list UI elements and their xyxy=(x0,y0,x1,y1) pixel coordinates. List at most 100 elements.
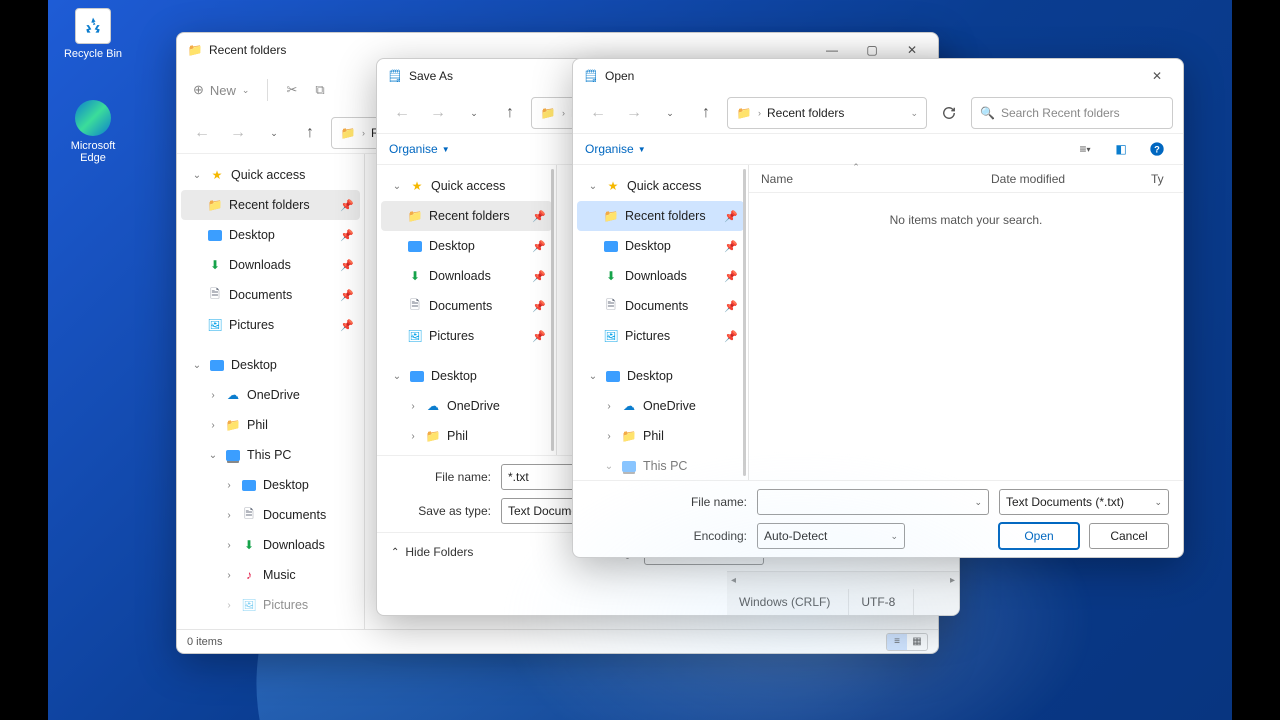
pictures-icon: 🖼 xyxy=(207,317,223,333)
refresh-button[interactable] xyxy=(933,97,965,129)
col-type[interactable]: Ty xyxy=(1151,172,1171,186)
nav-desktop-section[interactable]: ⌄Desktop xyxy=(181,350,360,380)
forward-button[interactable]: → xyxy=(223,118,253,148)
filename-input[interactable]: *.txt xyxy=(501,464,945,490)
forward-button[interactable]: → xyxy=(423,98,453,128)
quick-access-header[interactable]: ⌄★Quick access xyxy=(577,171,744,201)
up-button[interactable]: ↑ xyxy=(295,118,325,148)
view-options-button[interactable]: ≡ ▾ xyxy=(1071,135,1099,163)
nav-documents[interactable]: 🗎Documents📌 xyxy=(577,291,744,321)
pin-icon: 📌 xyxy=(532,330,546,343)
pin-icon: 📌 xyxy=(724,330,738,343)
filename-input[interactable]: ⌄ xyxy=(757,489,989,515)
recent-dropdown[interactable]: ⌄ xyxy=(655,98,685,128)
nav-desktop[interactable]: Desktop📌 xyxy=(577,231,744,261)
notepad-icon: 🗒 xyxy=(583,68,599,84)
nav-pictures[interactable]: 🖼Pictures📌 xyxy=(381,321,552,351)
quick-access-header[interactable]: ⌄★Quick access xyxy=(181,160,360,190)
encoding-select[interactable]: Auto-Detect⌄ xyxy=(757,523,905,549)
pin-icon: 📌 xyxy=(724,210,738,223)
help-button[interactable]: ? xyxy=(1143,135,1171,163)
encoding-select[interactable]: UTF-8 xyxy=(644,539,764,565)
large-icons-view-icon[interactable]: ▦ xyxy=(907,634,927,650)
explorer-nav-pane[interactable]: ⌄★Quick access 📁Recent folders📌 Desktop📌… xyxy=(177,154,365,629)
address-bar[interactable]: 📁 › Recent folders ⌄ xyxy=(727,97,927,129)
recycle-bin[interactable]: Recycle Bin xyxy=(58,8,128,60)
col-name[interactable]: Name xyxy=(761,172,951,186)
nav-onedrive[interactable]: ›☁OneDrive xyxy=(577,391,744,421)
nav-desktop-section[interactable]: ⌄Desktop xyxy=(577,361,744,391)
cut-icon[interactable]: ✂ xyxy=(286,82,297,98)
nav-recent-folders[interactable]: 📁Recent folders📌 xyxy=(181,190,360,220)
cancel-button[interactable]: Cancel xyxy=(1089,523,1169,549)
open-nav-row: ← → ⌄ ↑ 📁 › Recent folders ⌄ 🔍 Search Re… xyxy=(573,93,1183,133)
details-view-icon[interactable]: ≡ xyxy=(887,634,907,650)
nav-downloads[interactable]: ⬇Downloads📌 xyxy=(381,261,552,291)
up-button[interactable]: ↑ xyxy=(691,98,721,128)
saveastype-select[interactable]: Text Docume xyxy=(501,498,945,524)
nav-pc-music[interactable]: ›♪Music xyxy=(181,560,360,590)
forward-button[interactable]: → xyxy=(619,98,649,128)
open-dialog[interactable]: 🗒 Open ✕ ← → ⌄ ↑ 📁 › Recent folders ⌄ 🔍 … xyxy=(572,58,1184,558)
search-input[interactable]: 🔍 Search Recent folders xyxy=(971,97,1173,129)
saveas-nav-pane[interactable]: ⌄★Quick access 📁Recent folders📌 Desktop📌… xyxy=(377,165,557,455)
nav-pictures[interactable]: 🖼Pictures📌 xyxy=(181,310,360,340)
organise-button[interactable]: Organise▼ xyxy=(389,142,450,156)
open-content[interactable]: Name Date modified Ty No items match you… xyxy=(749,165,1183,480)
saveas-footer: File name: *.txt Save as type: Text Docu… xyxy=(377,455,959,532)
nav-user[interactable]: ›📁Phil xyxy=(577,421,744,451)
open-titlebar[interactable]: 🗒 Open ✕ xyxy=(573,59,1183,93)
back-button[interactable]: ← xyxy=(387,98,417,128)
up-button[interactable]: ↑ xyxy=(495,98,525,128)
desktop-icon xyxy=(410,371,424,382)
nav-pictures[interactable]: 🖼Pictures📌 xyxy=(577,321,744,351)
preview-pane-button[interactable]: ◧ xyxy=(1107,135,1135,163)
hide-folders-button[interactable]: ⌃Hide Folders xyxy=(377,539,567,565)
quick-access-header[interactable]: ⌄★Quick access xyxy=(381,171,552,201)
copy-icon[interactable]: ⧉ xyxy=(315,82,324,98)
nav-pc-pictures[interactable]: ›🖼Pictures xyxy=(181,590,360,620)
close-button[interactable]: ✕ xyxy=(1137,61,1177,91)
nav-desktop[interactable]: Desktop📌 xyxy=(381,231,552,261)
nav-recent-folders[interactable]: 📁Recent folders📌 xyxy=(381,201,552,231)
nav-this-pc[interactable]: ⌄This PC xyxy=(181,440,360,470)
new-button[interactable]: ⊕ New ⌄ xyxy=(193,82,249,98)
nav-desktop[interactable]: Desktop📌 xyxy=(181,220,360,250)
recent-dropdown[interactable]: ⌄ xyxy=(459,98,489,128)
nav-desktop-section[interactable]: ⌄Desktop xyxy=(381,361,552,391)
nav-documents[interactable]: 🗎Documents📌 xyxy=(181,280,360,310)
nav-downloads[interactable]: ⬇Downloads📌 xyxy=(181,250,360,280)
horizontal-scrollbar[interactable]: ◂▸ xyxy=(727,571,959,589)
nav-pc-desktop[interactable]: ›Desktop xyxy=(181,470,360,500)
nav-pc-downloads[interactable]: ›⬇Downloads xyxy=(181,530,360,560)
back-button[interactable]: ← xyxy=(583,98,613,128)
nav-downloads[interactable]: ⬇Downloads📌 xyxy=(577,261,744,291)
back-button[interactable]: ← xyxy=(187,118,217,148)
open-button[interactable]: Open xyxy=(999,523,1079,549)
nav-this-pc[interactable]: ⌄This PC xyxy=(381,451,552,455)
nav-user[interactable]: ›📁Phil xyxy=(181,410,360,440)
svg-text:?: ? xyxy=(1154,144,1160,154)
star-icon: ★ xyxy=(409,178,425,194)
nav-recent-folders[interactable]: 📁Recent folders📌 xyxy=(577,201,744,231)
col-date[interactable]: Date modified xyxy=(991,172,1111,186)
recent-dropdown[interactable]: ⌄ xyxy=(259,118,289,148)
nav-pc-documents[interactable]: ›🗎Documents xyxy=(181,500,360,530)
organise-button[interactable]: Organise▼ xyxy=(585,142,646,156)
nav-onedrive[interactable]: ›☁OneDrive xyxy=(381,391,552,421)
desktop[interactable]: Recycle Bin Microsoft Edge 📁 Recent fold… xyxy=(48,0,1232,720)
nav-onedrive[interactable]: ›☁OneDrive xyxy=(181,380,360,410)
explorer-title: Recent folders xyxy=(209,43,812,57)
nav-this-pc[interactable]: ⌄This PC xyxy=(577,451,744,480)
view-toggle[interactable]: ≡ ▦ xyxy=(886,633,928,651)
user-folder-icon: 📁 xyxy=(425,428,441,444)
pin-icon: 📌 xyxy=(532,270,546,283)
column-headers[interactable]: Name Date modified Ty xyxy=(749,165,1183,193)
chevron-down-icon[interactable]: ⌄ xyxy=(910,108,918,119)
nav-documents[interactable]: 🗎Documents📌 xyxy=(381,291,552,321)
filetype-select[interactable]: Text Documents (*.txt)⌄ xyxy=(999,489,1169,515)
microsoft-edge[interactable]: Microsoft Edge xyxy=(58,100,128,164)
nav-user[interactable]: ›📁Phil xyxy=(381,421,552,451)
open-nav-pane[interactable]: ⌄★Quick access 📁Recent folders📌 Desktop📌… xyxy=(573,165,749,480)
cloud-icon: ☁ xyxy=(225,387,241,403)
